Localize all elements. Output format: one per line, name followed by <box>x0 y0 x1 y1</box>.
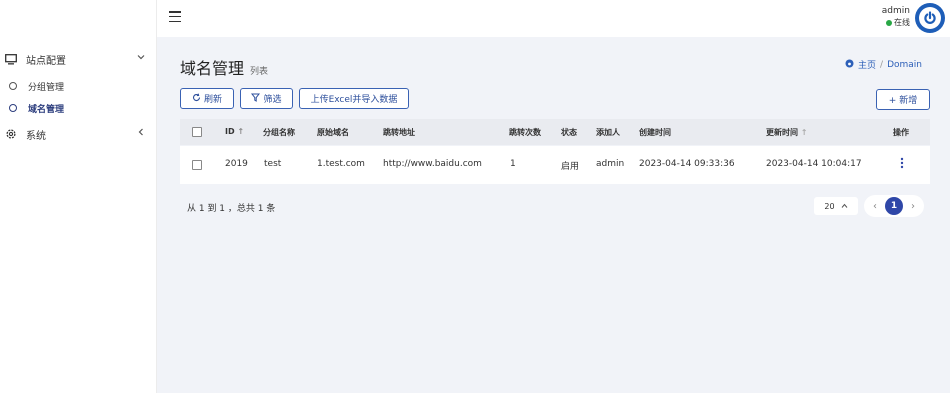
col-created: 创建时间 <box>639 128 671 137</box>
online-dot-icon <box>886 20 892 26</box>
dashboard-icon <box>845 59 854 71</box>
sidebar-subitem-label: 分组管理 <box>28 82 65 93</box>
user-info[interactable]: admin 在线 <box>882 5 910 29</box>
gear-icon <box>4 128 18 140</box>
col-count: 跳转次数 <box>509 128 541 137</box>
monitor-icon <box>4 53 18 65</box>
col-actions: 操作 <box>893 128 909 137</box>
sort-up-icon: ↑ <box>800 128 808 137</box>
sidebar: 站点配置 分组管理 域名管理 系统 <box>0 0 157 393</box>
page-number[interactable]: 1 <box>885 197 903 215</box>
sidebar-item-label: 系统 <box>26 130 46 142</box>
chevron-left-icon <box>137 128 145 139</box>
menu-toggle-icon[interactable] <box>169 11 181 22</box>
col-creator: 添加人 <box>596 128 620 137</box>
top-bar: admin 在线 <box>157 0 950 37</box>
col-group: 分组名称 <box>263 128 295 137</box>
chevron-up-icon <box>841 202 848 211</box>
avatar[interactable] <box>915 3 945 33</box>
circle-icon <box>9 82 17 90</box>
filter-icon <box>251 93 261 105</box>
sidebar-item-system[interactable]: 系统 <box>0 124 157 144</box>
col-target: 跳转地址 <box>383 128 415 137</box>
row-actions-icon[interactable] <box>900 157 904 172</box>
chevron-down-icon <box>137 53 145 64</box>
filter-button[interactable]: 筛选 <box>240 88 293 109</box>
cell-creator: admin <box>596 159 625 169</box>
breadcrumb-home[interactable]: 主页 <box>858 58 876 71</box>
cell-updated: 2023-04-14 10:04:17 <box>766 159 862 169</box>
next-page-icon[interactable]: › <box>906 201 920 212</box>
row-checkbox[interactable] <box>192 160 202 170</box>
username: admin <box>881 6 910 16</box>
page-subtitle: 列表 <box>250 67 269 77</box>
col-id[interactable]: ID ↑ <box>225 127 244 136</box>
cell-id: 2019 <box>225 159 248 169</box>
refresh-button[interactable]: 刷新 <box>180 88 234 109</box>
cell-count: 1 <box>510 159 516 169</box>
sidebar-subitem-domain[interactable]: 域名管理 <box>0 99 157 117</box>
pagination-summary: 从 1 到 1 ，总共 1 条 <box>187 204 276 214</box>
select-all-checkbox[interactable] <box>192 127 202 137</box>
col-updated[interactable]: 更新时间 ↑ <box>766 127 808 138</box>
col-origin: 原始域名 <box>317 128 349 137</box>
cell-state: 启用 <box>561 162 580 172</box>
breadcrumb-current: Domain <box>887 59 922 70</box>
user-status: 在线 <box>882 17 910 29</box>
pagination: ‹ 1 › <box>864 195 924 217</box>
col-state: 状态 <box>561 128 577 137</box>
main-content: 域名管理 列表 主页 / Domain 刷新 筛选 上传Excel并导入数据 + … <box>157 37 950 393</box>
refresh-icon <box>192 93 201 105</box>
circle-icon <box>9 104 17 112</box>
page-size-select[interactable]: 20 <box>814 197 858 215</box>
cell-created: 2023-04-14 09:33:36 <box>639 159 735 169</box>
sidebar-item-site-config[interactable]: 站点配置 <box>0 49 157 69</box>
power-icon <box>919 7 941 29</box>
sort-up-icon: ↑ <box>237 127 245 136</box>
cell-target: http://www.baidu.com <box>383 159 482 169</box>
cell-group: test <box>264 159 282 169</box>
table-row: 2019 test 1.test.com http://www.baidu.co… <box>180 146 930 184</box>
breadcrumb: 主页 / Domain <box>845 58 922 71</box>
upload-excel-button[interactable]: 上传Excel并导入数据 <box>299 88 409 109</box>
table-header: ID ↑ 分组名称 原始域名 跳转地址 跳转次数 状态 添加人 创建时间 更新时… <box>180 119 930 145</box>
sidebar-subitem-label: 域名管理 <box>28 104 65 115</box>
prev-page-icon[interactable]: ‹ <box>868 201 882 212</box>
add-button[interactable]: + 新增 <box>876 89 930 110</box>
sidebar-item-label: 站点配置 <box>26 55 66 67</box>
page-title: 域名管理 列表 <box>180 59 269 78</box>
sidebar-subitem-group[interactable]: 分组管理 <box>0 77 157 95</box>
cell-origin: 1.test.com <box>317 159 365 169</box>
